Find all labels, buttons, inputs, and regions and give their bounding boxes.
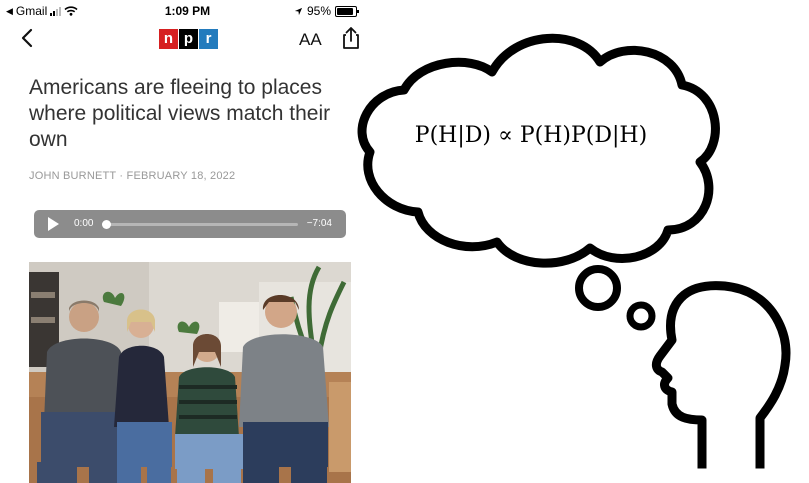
elapsed-time: 0:00 (74, 218, 94, 229)
logo-letter-r: r (199, 29, 218, 49)
audio-player: 0:00 −7:04 (34, 210, 346, 238)
battery-icon (335, 5, 359, 17)
phone-screen: ◀ Gmail 1:09 PM 95% n p r AA Americans a… (0, 0, 375, 483)
text-size-button[interactable]: AA (299, 30, 322, 50)
head-profile-icon (651, 281, 791, 469)
thought-cloud (357, 33, 720, 268)
audio-scrubber-knob[interactable] (102, 220, 111, 229)
article-byline: JOHN BURNETT · FEBRUARY 18, 2022 (29, 170, 236, 182)
chevron-left-icon (21, 28, 33, 48)
thinking-head-illustration (357, 33, 791, 469)
battery-percent: 95% (306, 4, 331, 18)
thought-circle-large (575, 265, 621, 311)
nav-bar: n p r AA (0, 22, 375, 56)
back-button[interactable] (16, 26, 40, 50)
logo-letter-p: p (179, 29, 198, 49)
audio-progress-track[interactable] (102, 220, 298, 229)
bayes-formula: P(H|D) ∝ P(H)P(D|H) (414, 123, 648, 148)
status-right: 95% (294, 4, 359, 18)
article-photo[interactable] (29, 262, 351, 483)
play-icon[interactable] (48, 217, 59, 231)
thought-circle-small (626, 301, 656, 331)
npr-logo: n p r (159, 29, 218, 49)
family-photo-image (29, 262, 351, 483)
status-bar: ◀ Gmail 1:09 PM 95% (0, 0, 375, 22)
article-headline: Americans are fleeing to places where po… (29, 76, 331, 151)
text-size-label: AA (299, 30, 322, 49)
logo-letter-n: n (159, 29, 178, 49)
location-arrow-icon (294, 7, 303, 15)
remaining-time: −7:04 (306, 218, 332, 229)
